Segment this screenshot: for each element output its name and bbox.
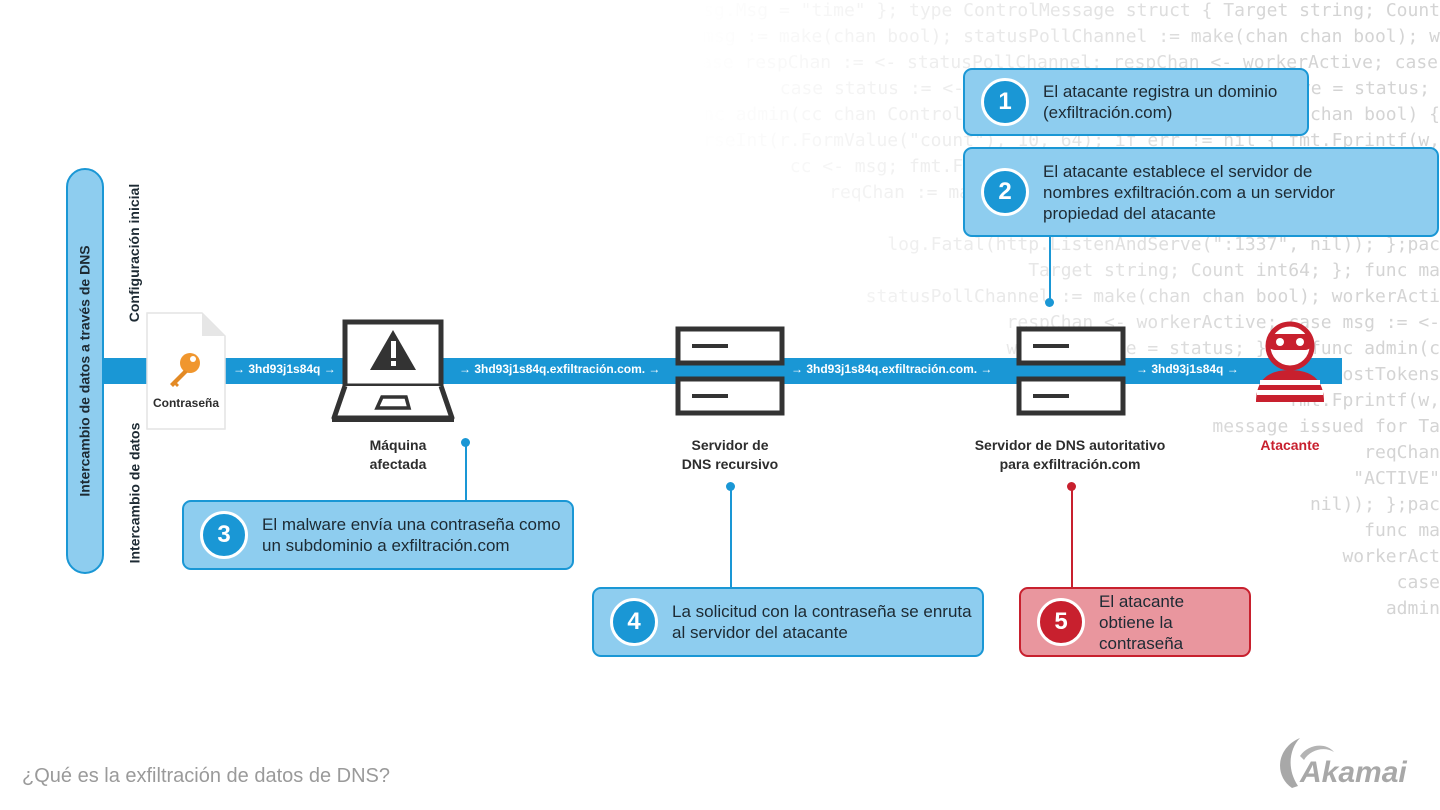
flow-label-forwarded-query: → 3hd93j1s84q.exfiltración.com. → <box>791 362 993 376</box>
phase-label-setup: Configuración inicial <box>126 183 142 323</box>
flow-label-extracted: → 3hd93j1s84q → <box>1136 362 1239 376</box>
step-text: La solicitud con la contraseña se enruta… <box>672 602 972 642</box>
code-line: case <box>1396 572 1440 593</box>
flow-label-query: → 3hd93j1s84q.exfiltración.com. → <box>459 362 661 376</box>
code-line: msg := make(chan bool); statusPollChanne… <box>703 26 1440 47</box>
step-4-callout: 4 La solicitud con la contraseña se enru… <box>592 587 984 657</box>
akamai-wordmark: Akamai <box>1299 756 1407 789</box>
recursive-dns-label: Servidor de DNS recursivo <box>681 437 779 472</box>
code-line: "ACTIVE" <box>1353 468 1440 489</box>
step-number-badge: 5 <box>1037 598 1085 646</box>
connector-dot <box>1045 298 1054 307</box>
step-text: El atacante establece el servidor de nom… <box>1043 161 1335 223</box>
step-2-callout: 2 El atacante establece el servidor de n… <box>963 147 1439 237</box>
code-line: func ma <box>1364 520 1440 541</box>
connector-step-2 <box>1049 236 1051 302</box>
code-line: reqChan <box>1364 442 1440 463</box>
step-text: El atacante registra un dominio (exfiltr… <box>1043 82 1278 122</box>
code-line: log.Fatal(http.ListenAndServe(":1337", n… <box>887 234 1440 255</box>
step-1-callout: 1 El atacante registra un dominio (exfil… <box>963 68 1309 136</box>
code-line: msg.Msg = "time" }; type ControlMessage … <box>700 0 1440 21</box>
step-number-badge: 4 <box>610 598 658 646</box>
authoritative-dns-label: Servidor de DNS autoritativo para exfilt… <box>974 437 1166 472</box>
connector-step-5 <box>1071 488 1073 587</box>
akamai-logo: Akamai <box>1280 738 1407 789</box>
code-line: hostTokens <box>1331 364 1440 385</box>
attacker-icon <box>1256 321 1324 402</box>
code-line: workerAct <box>1342 546 1440 567</box>
code-line: nil)); };pac <box>1309 494 1440 515</box>
step-5-callout: 5 El atacante obtiene la contraseña <box>1019 587 1251 657</box>
step-number-badge: 2 <box>981 168 1029 216</box>
laptop-warning-icon <box>331 319 455 422</box>
step-text: El malware envía una contraseña como un … <box>262 515 561 555</box>
connector-step-4 <box>730 488 732 587</box>
phase-label-exchange: Intercambio de datos <box>126 422 142 563</box>
footer-title: ¿Qué es la exfiltración de datos de DNS? <box>22 765 390 787</box>
step-text: El atacante obtiene la contraseña <box>1099 591 1185 653</box>
attacker-label: Atacante <box>1260 437 1320 453</box>
code-line: statusPollChannel := make(chan chan bool… <box>865 286 1440 307</box>
authoritative-dns-server-icon <box>1016 326 1126 416</box>
code-line: Target string; Count int64; }; func ma <box>1028 260 1440 281</box>
step-number-badge: 3 <box>200 511 248 559</box>
step-number-badge: 1 <box>981 78 1029 126</box>
connector-step-3 <box>465 444 467 500</box>
step-3-callout: 3 El malware envía una contraseña como u… <box>182 500 574 570</box>
infected-machine-label: Máquina afectada <box>369 437 427 472</box>
flow-label-password: → 3hd93j1s84q → <box>233 362 336 376</box>
code-line: admin <box>1385 598 1440 619</box>
section-pill-label: Intercambio de datos a través de DNS <box>77 245 93 497</box>
recursive-dns-server-icon <box>675 326 785 416</box>
password-document-icon <box>146 312 226 430</box>
code-line: message issued for Ta <box>1212 416 1440 437</box>
password-label: Contraseña <box>152 396 220 410</box>
